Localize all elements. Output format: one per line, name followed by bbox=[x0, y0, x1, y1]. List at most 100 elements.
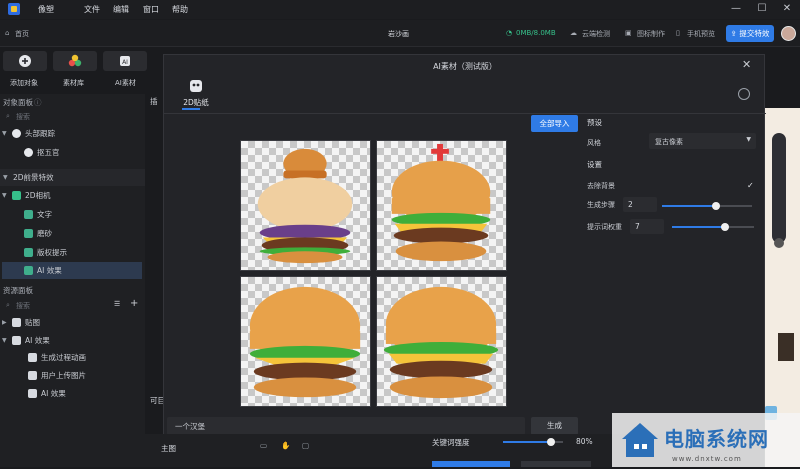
chevron-right-icon[interactable]: ▶ bbox=[2, 319, 10, 326]
menu-help[interactable]: 帮助 bbox=[172, 4, 188, 15]
generated-image-2[interactable] bbox=[376, 140, 507, 271]
tree-item-label: AI 效果 bbox=[41, 389, 66, 398]
tree-item-textures[interactable]: ▶ 贴图 bbox=[2, 314, 142, 331]
add-object-button[interactable] bbox=[3, 51, 47, 71]
generated-image-1[interactable] bbox=[240, 140, 371, 271]
import-all-button[interactable]: 全部导入 bbox=[531, 115, 578, 132]
chevron-down-icon[interactable] bbox=[774, 238, 784, 248]
preview-tool-column bbox=[772, 133, 786, 243]
secondary-action-button[interactable] bbox=[521, 461, 591, 467]
ai-asset-button[interactable]: AI bbox=[103, 51, 147, 71]
screen-icon[interactable]: ▢ bbox=[302, 441, 309, 450]
watermark: 电脑系统网 www.dnxtw.com bbox=[612, 413, 800, 467]
prompt-input[interactable]: 一个汉堡 bbox=[167, 417, 525, 435]
chevron-down-icon[interactable]: ▼ bbox=[2, 337, 10, 344]
settings-heading: 设置 bbox=[587, 160, 602, 169]
tree-item-gen-anim[interactable]: 生成过程动画 bbox=[2, 349, 142, 366]
tree-item-label: 文字 bbox=[37, 210, 52, 219]
filter-icon[interactable]: ☰ bbox=[114, 300, 120, 308]
tree-item-user-upload[interactable]: 用户上传图片 bbox=[2, 367, 142, 384]
add-object-label: 添加对象 bbox=[10, 79, 38, 87]
asset-library-button[interactable] bbox=[53, 51, 97, 71]
frame-icon[interactable]: ▭ bbox=[260, 441, 267, 450]
menu-file[interactable]: 文件 bbox=[84, 4, 100, 15]
info-icon[interactable]: ⓘ bbox=[34, 97, 42, 108]
primary-action-button[interactable] bbox=[432, 461, 510, 467]
app-logo-icon bbox=[8, 3, 20, 15]
tree-item-ai-folder[interactable]: ▼ AI 效果 bbox=[2, 332, 142, 349]
minimize-button[interactable]: — bbox=[728, 2, 744, 16]
icon-make-button[interactable]: 图标制作 bbox=[637, 29, 665, 39]
prompt-weight-slider[interactable] bbox=[672, 223, 754, 231]
tree-item-frosted[interactable]: 磨砂 bbox=[2, 225, 142, 242]
tree-item-label: 版权提示 bbox=[37, 248, 67, 257]
asset-library-label: 素材库 bbox=[63, 79, 84, 87]
tree-item-label: 2D相机 bbox=[25, 191, 51, 200]
phone-icon: ▯ bbox=[676, 29, 680, 37]
object-search-input[interactable]: 搜索 bbox=[16, 112, 30, 122]
tree-item-head-track[interactable]: ▼ 头部跟踪 bbox=[2, 125, 142, 142]
tree-item-ai-effect-res[interactable]: AI 效果 bbox=[2, 385, 142, 402]
preset-heading: 预设 bbox=[587, 118, 602, 127]
home-icon[interactable]: ⌂ bbox=[5, 29, 9, 37]
project-title: 岩沙画 bbox=[388, 30, 409, 38]
tree-item-label: 生成过程动画 bbox=[41, 353, 86, 362]
image-icon bbox=[24, 229, 33, 238]
avatar[interactable] bbox=[781, 26, 796, 41]
prompt-weight-field[interactable]: 7 bbox=[630, 219, 664, 234]
search-icon: ⌕ bbox=[6, 301, 10, 309]
plus-icon bbox=[19, 55, 31, 67]
close-icon[interactable]: ✕ bbox=[742, 58, 751, 71]
slider-fill bbox=[503, 441, 551, 443]
chevron-down-icon[interactable]: ▼ bbox=[3, 174, 11, 181]
gen-steps-field[interactable]: 2 bbox=[623, 197, 657, 212]
tree-item-2d-foreground[interactable]: ▼ 2D前景特效 bbox=[0, 169, 145, 186]
tab-2d-sticker[interactable]: 2D贴纸 bbox=[178, 79, 214, 108]
resource-search-input[interactable]: 搜索 bbox=[16, 301, 30, 311]
dialog-title: AI素材（测试版） bbox=[433, 62, 497, 71]
tree-item-text[interactable]: 文字 bbox=[2, 206, 142, 223]
generated-image-3[interactable] bbox=[240, 276, 371, 407]
camera-icon bbox=[12, 191, 21, 200]
search-icon: ⌕ bbox=[6, 112, 10, 120]
tree-item-2d-camera[interactable]: ▼ 2D相机 bbox=[2, 187, 142, 204]
tree-item-label: 用户上传图片 bbox=[41, 371, 86, 380]
ai-asset-label: AI素材 bbox=[115, 79, 136, 87]
slider-knob[interactable] bbox=[547, 438, 555, 446]
tree-item-face[interactable]: 抠五官 bbox=[2, 144, 142, 161]
hand-icon[interactable]: ✋ bbox=[281, 441, 290, 450]
tree-item-ai-effect[interactable]: AI 效果 bbox=[2, 262, 142, 279]
storage-usage: 0MB/8.0MB bbox=[516, 29, 556, 37]
keyword-strength-slider[interactable] bbox=[503, 438, 563, 446]
slider-knob[interactable] bbox=[721, 223, 730, 231]
tree-item-copyright[interactable]: 版权提示 bbox=[2, 244, 142, 261]
remove-bg-checkbox[interactable]: ✓ bbox=[747, 181, 756, 190]
main-image-label: 主图 bbox=[161, 444, 176, 453]
remove-bg-label: 去除背景 bbox=[587, 182, 615, 190]
chevron-down-icon[interactable]: ▼ bbox=[2, 130, 10, 137]
title-bar: 像塑 文件 编辑 窗口 帮助 — ☐ ✕ bbox=[0, 0, 800, 19]
gear-icon[interactable] bbox=[738, 88, 750, 100]
chevron-down-icon[interactable]: ▼ bbox=[2, 192, 10, 199]
menu-window[interactable]: 窗口 bbox=[143, 4, 159, 15]
cloud-icon: ☁ bbox=[570, 29, 577, 37]
close-window-button[interactable]: ✕ bbox=[779, 2, 795, 16]
storage-icon: ◔ bbox=[506, 29, 513, 37]
left-panel: 对象面板 ⓘ ⌕ 搜索 ▼ 头部跟踪 抠五官 ▼ 2D前景特效 ▼ 2D相机 文… bbox=[0, 94, 145, 467]
cloud-check-button[interactable]: 云端检测 bbox=[582, 29, 610, 39]
phone-preview-button[interactable]: 手机预览 bbox=[687, 29, 715, 39]
generate-button[interactable]: 生成 bbox=[531, 417, 578, 435]
add-icon[interactable]: + bbox=[130, 298, 138, 309]
maximize-button[interactable]: ☐ bbox=[754, 2, 770, 16]
watermark-url: www.dnxtw.com bbox=[672, 455, 742, 463]
submit-effect-button[interactable]: ⇪ 提交特效 bbox=[726, 25, 774, 42]
slider-knob[interactable] bbox=[712, 202, 720, 210]
burger-icon bbox=[257, 148, 353, 264]
menu-edit[interactable]: 编辑 bbox=[113, 4, 129, 15]
style-select[interactable]: 复古像素 ▼ bbox=[649, 133, 756, 149]
breadcrumb-home[interactable]: 首页 bbox=[15, 29, 29, 39]
generated-image-4[interactable] bbox=[376, 276, 507, 407]
head-track-icon bbox=[12, 129, 21, 138]
gen-steps-slider[interactable] bbox=[662, 202, 752, 210]
chevron-down-icon: ▼ bbox=[746, 136, 751, 143]
